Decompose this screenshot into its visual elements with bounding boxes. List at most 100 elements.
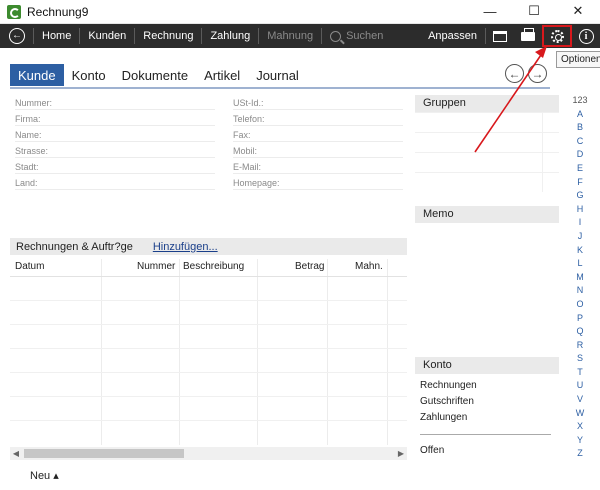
next-record-icon[interactable]: → — [528, 64, 547, 83]
tab-kunde[interactable]: Kunde — [10, 64, 64, 86]
alpha-n[interactable]: N — [570, 284, 590, 298]
previous-record-icon[interactable]: ← — [505, 64, 524, 83]
tab-artikel[interactable]: Artikel — [196, 64, 248, 86]
info-button[interactable]: i — [572, 25, 600, 47]
close-button[interactable]: ✕ — [556, 0, 600, 22]
alpha-j[interactable]: J — [570, 230, 590, 244]
alpha-u[interactable]: U — [570, 379, 590, 393]
alpha-o[interactable]: O — [570, 298, 590, 312]
field-input-land[interactable] — [15, 189, 215, 190]
konto-rechnungen[interactable]: Rechnungen — [420, 380, 477, 391]
alpha-y[interactable]: Y — [570, 434, 590, 448]
grid-line — [415, 152, 559, 153]
toolbar-mahnung[interactable]: Mahnung — [259, 24, 321, 48]
konto-gutschriften[interactable]: Gutschriften — [420, 396, 474, 407]
grid-line — [542, 112, 543, 192]
horizontal-scrollbar[interactable]: ◀ ▶ — [10, 447, 407, 460]
alpha-123[interactable]: 123 — [570, 94, 590, 108]
field-input-nummer[interactable] — [15, 109, 215, 110]
tab-dokumente[interactable]: Dokumente — [114, 64, 196, 86]
column-divider — [387, 259, 388, 445]
toolbar-search[interactable]: Suchen — [322, 30, 391, 42]
toolbar-kunden[interactable]: Kunden — [80, 24, 134, 48]
column-header-nummer[interactable]: Nummer — [137, 261, 175, 272]
field-label-land: Land: — [15, 178, 38, 188]
add-invoice-link[interactable]: Hinzufügen... — [153, 241, 218, 253]
column-header-betrag[interactable]: Betrag — [295, 261, 324, 272]
invoices-header: Rechnungen & Auftr?ge Hinzufügen... — [10, 238, 407, 255]
field-input-fax[interactable] — [233, 141, 403, 142]
alpha-f[interactable]: F — [570, 176, 590, 190]
column-divider — [257, 259, 258, 445]
printer-icon — [521, 27, 535, 41]
gruppen-grid[interactable] — [415, 112, 559, 192]
column-header-mahnung[interactable]: Mahn. — [355, 261, 383, 272]
tab-bar: Kunde Konto Dokumente Artikel Journal — [10, 64, 307, 86]
grid-line — [415, 132, 559, 133]
options-button[interactable] — [542, 25, 572, 47]
field-input-mobil[interactable] — [233, 157, 403, 158]
toolbar-home[interactable]: Home — [34, 24, 79, 48]
field-label-ust-id: USt-Id.: — [233, 98, 264, 108]
alpha-p[interactable]: P — [570, 312, 590, 326]
header-divider — [10, 276, 407, 277]
scroll-thumb[interactable] — [24, 449, 184, 458]
alpha-c[interactable]: C — [570, 135, 590, 149]
invoices-title: Rechnungen & Auftr?ge — [16, 240, 133, 253]
scroll-right-icon[interactable]: ▶ — [395, 447, 407, 460]
alpha-h[interactable]: H — [570, 203, 590, 217]
field-label-fax: Fax: — [233, 130, 251, 140]
column-header-datum[interactable]: Datum — [15, 261, 44, 272]
alpha-x[interactable]: X — [570, 420, 590, 434]
memo-header: Memo — [415, 206, 559, 223]
field-input-email[interactable] — [233, 173, 403, 174]
field-input-strasse[interactable] — [15, 157, 215, 158]
alpha-m[interactable]: M — [570, 271, 590, 285]
main-toolbar: ← Home Kunden Rechnung Zahlung Mahnung S… — [0, 24, 600, 48]
alpha-s[interactable]: S — [570, 352, 590, 366]
field-input-ust-id[interactable] — [233, 109, 403, 110]
field-input-name[interactable] — [15, 141, 215, 142]
gear-icon — [550, 29, 564, 43]
column-header-beschreibung[interactable]: Beschreibung — [183, 261, 244, 272]
new-button[interactable]: Neu ▴ — [30, 469, 59, 482]
field-input-stadt[interactable] — [15, 173, 215, 174]
window-layout-button[interactable] — [486, 25, 514, 47]
alpha-g[interactable]: G — [570, 189, 590, 203]
field-input-telefon[interactable] — [233, 125, 403, 126]
table-row — [10, 324, 407, 325]
toolbar-rechnung[interactable]: Rechnung — [135, 24, 201, 48]
toolbar-zahlung[interactable]: Zahlung — [202, 24, 258, 48]
tab-konto[interactable]: Konto — [64, 64, 114, 86]
table-row — [10, 372, 407, 373]
table-row — [10, 396, 407, 397]
field-label-stadt: Stadt: — [15, 162, 39, 172]
maximize-button[interactable]: ☐ — [512, 0, 556, 22]
alpha-z[interactable]: Z — [570, 447, 590, 461]
alpha-i[interactable]: I — [570, 216, 590, 230]
alpha-v[interactable]: V — [570, 393, 590, 407]
alpha-d[interactable]: D — [570, 148, 590, 162]
print-button[interactable] — [514, 25, 542, 47]
alpha-t[interactable]: T — [570, 366, 590, 380]
scroll-left-icon[interactable]: ◀ — [10, 447, 22, 460]
field-label-email: E-Mail: — [233, 162, 262, 172]
konto-zahlungen[interactable]: Zahlungen — [420, 412, 467, 423]
minimize-button[interactable]: — — [468, 0, 512, 22]
alpha-a[interactable]: A — [570, 108, 590, 122]
alpha-l[interactable]: L — [570, 257, 590, 271]
invoices-table[interactable]: Datum Nummer Beschreibung Betrag Mahn. — [10, 259, 407, 445]
field-input-firma[interactable] — [15, 125, 215, 126]
alpha-r[interactable]: R — [570, 339, 590, 353]
alpha-q[interactable]: Q — [570, 325, 590, 339]
alpha-b[interactable]: B — [570, 121, 590, 135]
alpha-e[interactable]: E — [570, 162, 590, 176]
table-row — [10, 300, 407, 301]
field-input-homepage[interactable] — [233, 189, 403, 190]
tab-journal[interactable]: Journal — [248, 64, 307, 86]
anpassen-button[interactable]: Anpassen — [420, 24, 485, 48]
back-arrow-icon[interactable]: ← — [9, 28, 25, 44]
column-divider — [101, 259, 102, 445]
alpha-w[interactable]: W — [570, 407, 590, 421]
alpha-k[interactable]: K — [570, 244, 590, 258]
